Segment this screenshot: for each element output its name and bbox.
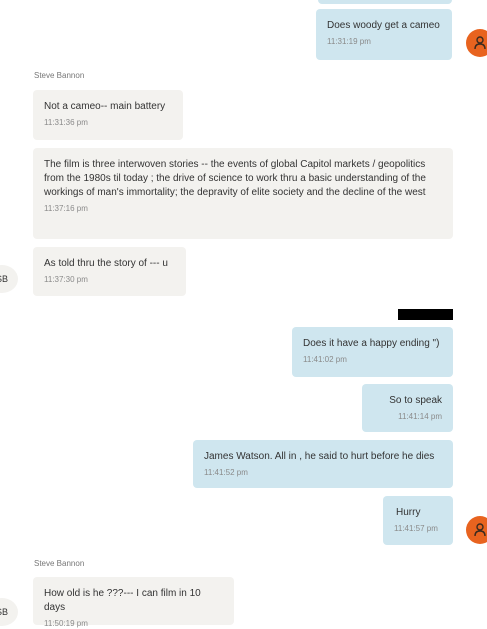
contact-initials: SB <box>0 274 8 284</box>
message-timestamp: 11:37:16 pm <box>44 204 88 213</box>
message-text: Hurry <box>396 507 421 518</box>
message-text: Not a cameo-- main battery <box>44 101 166 112</box>
message-timestamp: 11:41:52 pm <box>204 468 248 477</box>
message-timestamp: 11:50:19 pm <box>44 619 88 628</box>
message-bubble-outgoing[interactable]: James Watson. All in , he said to hurt b… <box>193 440 453 488</box>
contact-avatar[interactable]: SB <box>0 265 18 293</box>
message-bubble-outgoing[interactable]: Hurry 11:41:57 pm <box>383 496 453 545</box>
user-avatar[interactable] <box>466 29 487 57</box>
message-bubble-outgoing[interactable]: Does it have a happy ending ") 11:41:02 … <box>292 327 453 377</box>
message-text: The film is three interwoven stories -- … <box>44 159 426 198</box>
sender-name: Steve Bannon <box>34 71 85 80</box>
user-avatar[interactable] <box>466 516 487 544</box>
person-outline-icon <box>474 523 486 537</box>
person-outline-icon <box>474 36 486 50</box>
message-text: Does it have a happy ending ") <box>303 338 440 349</box>
message-timestamp: 11:41:14 pm <box>398 412 442 421</box>
message-bubble-incoming[interactable]: How old is he ???--- I can film in 10 da… <box>33 577 234 628</box>
message-text: James Watson. All in , he said to hurt b… <box>204 451 435 462</box>
message-timestamp: 11:41:02 pm <box>303 355 347 364</box>
message-text: How old is he ???--- I can film in 10 da… <box>44 588 201 613</box>
contact-initials: SB <box>0 607 8 617</box>
previous-message-bubble-edge <box>318 0 452 4</box>
message-bubble-outgoing[interactable]: Does woody get a cameo 11:31:19 pm <box>316 9 452 60</box>
message-timestamp: 11:37:30 pm <box>44 275 88 284</box>
redaction-bar <box>398 309 453 320</box>
message-timestamp: 11:41:57 pm <box>394 524 438 533</box>
message-timestamp: 11:31:19 pm <box>327 37 371 46</box>
message-text: Does woody get a cameo <box>327 20 440 31</box>
message-bubble-outgoing[interactable]: So to speak 11:41:14 pm <box>362 384 453 432</box>
message-bubble-incoming[interactable]: As told thru the story of --- u 11:37:30… <box>33 247 186 296</box>
message-text: So to speak <box>389 395 442 406</box>
message-text: As told thru the story of --- u <box>44 258 168 269</box>
message-timestamp: 11:31:36 pm <box>44 118 88 127</box>
message-bubble-incoming[interactable]: Not a cameo-- main battery 11:31:36 pm <box>33 90 183 140</box>
message-bubble-incoming[interactable]: The film is three interwoven stories -- … <box>33 148 453 239</box>
sender-name: Steve Bannon <box>34 559 85 568</box>
